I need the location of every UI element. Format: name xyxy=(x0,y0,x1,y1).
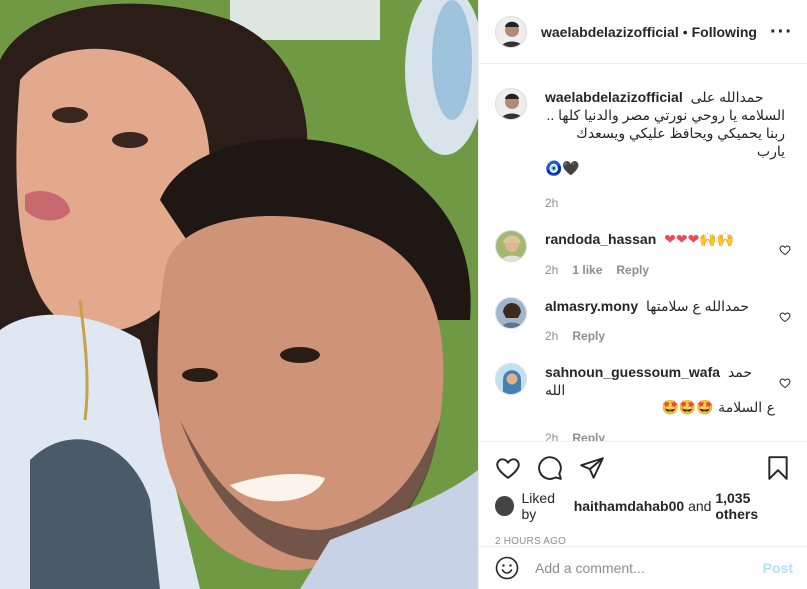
comment-item: randoda_hassan ❤❤❤🙌🙌 2h 1 like Reply xyxy=(495,210,791,277)
likes-others[interactable]: 1,035 others xyxy=(715,490,791,522)
post-panel: waelabdelazizofficial • Following ··· wa… xyxy=(478,0,807,589)
add-comment-bar: Post xyxy=(479,546,807,589)
commenter-username[interactable]: sahnoun_guessoum_wafa xyxy=(545,364,720,380)
comment-input[interactable] xyxy=(535,560,763,576)
comment-text: حمدالله ع سلامتها xyxy=(646,298,750,314)
comment-likes[interactable]: 1 like xyxy=(572,263,602,277)
author-avatar[interactable] xyxy=(495,15,527,48)
liker-username[interactable]: haithamdahab00 xyxy=(574,498,684,514)
comment-icon[interactable] xyxy=(537,455,563,481)
caption-time[interactable]: 2h xyxy=(545,196,558,210)
comment-time[interactable]: 2h xyxy=(545,329,558,343)
comment-time[interactable]: 2h xyxy=(545,263,558,277)
bookmark-icon[interactable] xyxy=(765,455,791,481)
post-header: waelabdelazizofficial • Following ··· xyxy=(479,0,807,64)
caption-text-1: حمدالله على xyxy=(690,89,764,105)
commenter-avatar[interactable] xyxy=(495,230,527,262)
reply-button[interactable]: Reply xyxy=(572,329,605,343)
following-button[interactable]: Following xyxy=(692,24,757,40)
comment-time[interactable]: 2h xyxy=(545,431,558,441)
post-button[interactable]: Post xyxy=(763,560,793,576)
comment-text: ❤❤❤🙌🙌 xyxy=(664,232,735,248)
caption: waelabdelazizofficial حمدالله على السلام… xyxy=(495,64,791,210)
comment-heart-icon[interactable] xyxy=(779,377,791,389)
reply-button[interactable]: Reply xyxy=(616,263,649,277)
selfie-image xyxy=(0,0,478,589)
post-actions: Liked by haithamdahab00 and 1,035 others… xyxy=(479,441,807,547)
post-photo[interactable] xyxy=(0,0,478,589)
likes-summary: Liked by haithamdahab00 and 1,035 others xyxy=(495,490,791,522)
commenter-avatar[interactable] xyxy=(495,297,527,329)
caption-text-3: ربنا يحميكي ويحافظ عليكي ويسعدك يارب xyxy=(576,125,785,159)
caption-username[interactable]: waelabdelazizofficial xyxy=(545,89,683,105)
share-icon[interactable] xyxy=(579,455,605,481)
caption-avatar[interactable] xyxy=(495,88,527,120)
commenter-avatar[interactable] xyxy=(495,363,527,395)
comment-heart-icon[interactable] xyxy=(779,244,791,256)
caption-text-2: السلامه يا روحي نورتي مصر والدنيا كلها .… xyxy=(546,107,785,123)
author-username[interactable]: waelabdelazizofficial xyxy=(541,24,679,40)
commenter-username[interactable]: randoda_hassan xyxy=(545,231,656,247)
emoji-icon[interactable] xyxy=(495,556,519,580)
likes-prefix: Liked by xyxy=(521,490,555,522)
comment-text-2: ع السلامة 🤩🤩🤩 xyxy=(661,400,775,416)
comment-item: almasry.mony حمدالله ع سلامتها 2h Reply xyxy=(495,277,791,343)
commenter-username[interactable]: almasry.mony xyxy=(545,298,638,314)
more-icon[interactable]: ··· xyxy=(770,22,793,42)
comments-list[interactable]: waelabdelazizofficial حمدالله على السلام… xyxy=(479,64,807,441)
likes-joiner: and xyxy=(688,498,712,514)
comment-heart-icon[interactable] xyxy=(779,311,791,323)
comment-item: sahnoun_guessoum_wafa حمد الله ع السلامة… xyxy=(495,343,791,441)
heart-icon[interactable] xyxy=(495,455,521,481)
liker-avatar[interactable] xyxy=(495,496,514,516)
separator-dot: • xyxy=(682,23,688,40)
reply-button[interactable]: Reply xyxy=(572,431,605,441)
caption-text-4: 🧿🖤 xyxy=(545,161,580,177)
